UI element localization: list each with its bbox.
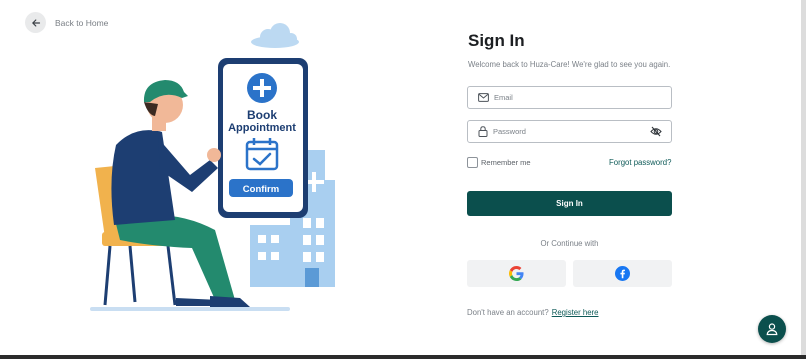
register-text: Don't have an account? [467, 308, 549, 317]
arrow-left-icon [31, 18, 40, 27]
facebook-login-button[interactable] [573, 260, 672, 287]
register-link[interactable]: Register here [552, 308, 599, 317]
sign-in-button[interactable]: Sign In [467, 191, 672, 216]
confirm-text: Confirm [243, 184, 279, 195]
remember-checkbox[interactable] [467, 157, 478, 168]
or-continue-label: Or Continue with [540, 239, 599, 248]
phone-mockup: Book Appointment Confirm [218, 58, 308, 218]
facebook-icon [615, 266, 630, 281]
eye-off-icon[interactable] [650, 126, 662, 137]
remember-label: Remember me [481, 158, 531, 167]
support-chat-button[interactable] [758, 315, 786, 343]
appointment-text: Appointment [228, 122, 296, 134]
user-support-icon [766, 323, 778, 336]
remember-me[interactable]: Remember me [467, 157, 531, 168]
password-input[interactable] [493, 127, 633, 136]
book-text: Book [247, 108, 277, 122]
cloud-icon [251, 23, 299, 48]
password-field[interactable] [467, 120, 672, 143]
window-bottom-edge [0, 355, 806, 359]
appointment-illustration: Book Appointment Confirm [90, 23, 335, 311]
welcome-subtitle: Welcome back to Huza-Care! We're glad to… [468, 60, 671, 69]
email-field[interactable] [467, 86, 672, 109]
lock-icon [478, 126, 488, 137]
google-login-button[interactable] [467, 260, 566, 287]
forgot-password-link[interactable]: Forgot password? [609, 158, 671, 167]
page-title: Sign In [468, 31, 525, 50]
email-input[interactable] [494, 93, 634, 102]
mail-icon [478, 93, 489, 102]
register-prompt: Don't have an account? Register here [467, 308, 599, 317]
back-button[interactable] [25, 12, 46, 33]
page: Back to Home Book Appointment Confirm Si… [0, 0, 801, 355]
google-icon [509, 266, 524, 281]
window-edge [801, 0, 806, 359]
